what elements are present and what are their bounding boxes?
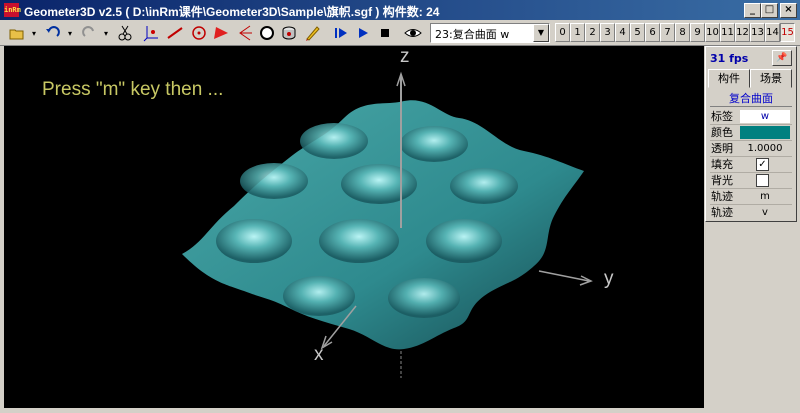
layer-button-4[interactable]: 4	[615, 23, 630, 42]
close-button[interactable]: ×	[780, 3, 797, 18]
layer-button-3[interactable]: 3	[600, 23, 615, 42]
property-row: 透明 1.0000	[710, 141, 792, 157]
layer-button-5[interactable]: 5	[630, 23, 645, 42]
3d-viewport[interactable]: Press "m" key then ... z y x	[4, 46, 704, 408]
fill-checkbox[interactable]: ✓	[756, 158, 769, 171]
object-select-value: 23:复合曲面 w	[435, 28, 510, 41]
layer-button-11[interactable]: 11	[720, 23, 735, 42]
plane-icon[interactable]	[236, 24, 254, 42]
property-label: 轨迹	[711, 206, 733, 219]
layer-button-14[interactable]: 14	[765, 23, 780, 42]
undo-icon[interactable]	[44, 24, 62, 42]
prompt-text: Press "m" key then ...	[42, 79, 224, 100]
color-swatch[interactable]	[740, 126, 790, 139]
layer-button-6[interactable]: 6	[645, 23, 660, 42]
layer-button-1[interactable]: 1	[570, 23, 585, 42]
property-label: 轨迹	[711, 190, 733, 203]
chevron-down-icon[interactable]: ▼	[533, 24, 549, 42]
chevron-down-icon[interactable]: ▾	[102, 25, 110, 43]
object-select[interactable]: 23:复合曲面 w ▼	[430, 23, 550, 43]
chevron-down-icon[interactable]: ▾	[66, 25, 74, 43]
layer-button-12[interactable]: 12	[735, 23, 750, 42]
layer-button-7[interactable]: 7	[660, 23, 675, 42]
minimize-button[interactable]: _	[744, 3, 761, 18]
object-name: 复合曲面	[710, 92, 792, 107]
open-icon[interactable]	[8, 24, 26, 42]
axis-y-label: y	[604, 268, 614, 289]
window-title: Geometer3D v2.5 ( D:\inRm课件\Geometer3D\S…	[24, 5, 440, 19]
property-row: 标签 w	[710, 109, 792, 125]
play-icon[interactable]	[354, 24, 372, 42]
triangle-icon[interactable]	[212, 24, 230, 42]
pin-icon[interactable]: 📌	[772, 50, 792, 66]
redo-icon[interactable]	[80, 24, 98, 42]
trace-field[interactable]: v	[740, 206, 790, 219]
tab-objects[interactable]: 构件	[708, 69, 750, 88]
fps-counter: 31 fps	[710, 52, 749, 65]
maximize-button[interactable]: □	[761, 3, 778, 18]
layer-button-15[interactable]: 15	[780, 23, 795, 42]
property-label: 标签	[711, 110, 733, 123]
label-field[interactable]: w	[740, 110, 790, 123]
solid-icon[interactable]	[280, 24, 298, 42]
opacity-field[interactable]: 1.0000	[740, 142, 790, 155]
axes-icon[interactable]	[142, 24, 160, 42]
property-row: 轨迹 v	[710, 205, 792, 220]
app-icon: inRm	[4, 3, 21, 17]
chevron-down-icon[interactable]: ▾	[30, 25, 38, 43]
property-row: 填充 ✓	[710, 157, 792, 173]
backlight-checkbox[interactable]	[756, 174, 769, 187]
cut-icon[interactable]	[116, 24, 134, 42]
circle-point-icon[interactable]	[190, 24, 208, 42]
status-strip	[0, 408, 800, 413]
trace-field[interactable]: m	[740, 190, 790, 203]
layer-button-13[interactable]: 13	[750, 23, 765, 42]
property-label: 透明	[711, 142, 733, 155]
property-row: 背光	[710, 173, 792, 189]
property-panel: 31 fps 📌 构件 场景 复合曲面 标签 w 颜色 透明 1.0000 填充…	[705, 46, 797, 222]
property-row: 轨迹 m	[710, 189, 792, 205]
axis-z-label: z	[400, 46, 410, 67]
property-label: 填充	[711, 158, 733, 171]
layer-button-2[interactable]: 2	[585, 23, 600, 42]
title-bar: inRm Geometer3D v2.5 ( D:\inRm课件\Geomete…	[0, 0, 800, 20]
property-label: 背光	[711, 174, 733, 187]
layer-button-9[interactable]: 9	[690, 23, 705, 42]
pen-icon[interactable]	[304, 24, 322, 42]
step-play-icon[interactable]	[332, 24, 350, 42]
line-icon[interactable]	[166, 24, 184, 42]
layer-button-10[interactable]: 10	[705, 23, 720, 42]
property-row: 颜色	[710, 125, 792, 141]
layer-button-0[interactable]: 0	[555, 23, 570, 42]
eye-icon[interactable]	[404, 24, 422, 42]
axis-x-label: x	[314, 344, 324, 365]
tab-scene[interactable]: 场景	[750, 69, 792, 88]
stop-icon[interactable]	[376, 24, 394, 42]
sphere-icon[interactable]	[258, 24, 276, 42]
property-label: 颜色	[711, 126, 733, 139]
layer-button-8[interactable]: 8	[675, 23, 690, 42]
